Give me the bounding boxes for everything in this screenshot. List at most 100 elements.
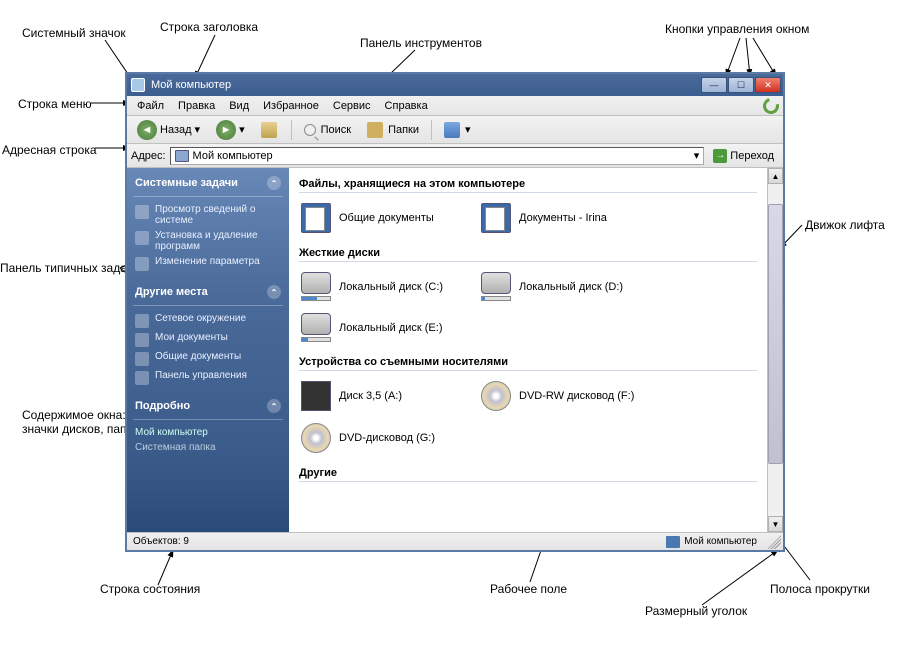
file-item[interactable]: DVD-RW дисковод (F:) <box>479 377 659 415</box>
folder-up-icon <box>261 122 277 138</box>
resize-grip[interactable] <box>767 535 781 549</box>
file-item[interactable]: Документы - Irina <box>479 199 659 237</box>
disk-usage-meter <box>301 296 331 301</box>
sidebar-item[interactable]: Установка и удаление программ <box>133 228 283 254</box>
item-label: Локальный диск (D:) <box>519 281 623 293</box>
control-panel-icon <box>135 371 149 385</box>
disk-icon <box>481 272 511 294</box>
anno-address-row: Адресная строка <box>2 143 97 157</box>
sidebar-item[interactable]: Панель управления <box>133 368 283 387</box>
disk-usage-meter <box>301 337 331 342</box>
sgroup-other-places: Другие места ⌃ Сетевое окружение Мои док… <box>133 283 283 387</box>
collapse-icon[interactable]: ⌃ <box>267 285 281 299</box>
anno-status-row: Строка состояния <box>100 582 200 596</box>
file-item[interactable]: Диск 3,5 (A:) <box>299 377 479 415</box>
folders-label: Папки <box>388 124 419 136</box>
system-icon[interactable] <box>131 78 145 92</box>
item-label: DVD-дисковод (G:) <box>339 432 435 444</box>
programs-icon <box>135 231 149 245</box>
floppy-icon <box>301 381 331 411</box>
folders-button[interactable]: Папки <box>363 120 423 140</box>
address-input[interactable]: Мой компьютер ▾ <box>170 147 705 165</box>
disk-icon <box>301 272 331 294</box>
chevron-down-icon[interactable]: ▾ <box>694 149 700 162</box>
address-value: Мой компьютер <box>193 150 273 162</box>
throbber-icon <box>760 95 782 117</box>
network-icon <box>135 314 149 328</box>
sidebar-item[interactable]: Изменение параметра <box>133 254 283 273</box>
item-label: Локальный диск (E:) <box>339 322 443 334</box>
scroll-up-button[interactable]: ▲ <box>768 168 783 184</box>
addressbar: Адрес: Мой компьютер ▾ → Переход <box>127 144 783 168</box>
dvd-icon <box>481 381 511 411</box>
menubar: Файл Правка Вид Избранное Сервис Справка <box>127 96 783 116</box>
dvd-icon <box>301 423 331 453</box>
anno-work-area: Рабочее поле <box>490 582 567 596</box>
back-label: Назад <box>160 124 192 136</box>
sidebar-header[interactable]: Подробно ⌃ <box>133 397 283 420</box>
sidebar-item[interactable]: Мои документы <box>133 330 283 349</box>
settings-icon <box>135 257 149 271</box>
scroll-track[interactable] <box>768 184 783 516</box>
content-area[interactable]: Файлы, хранящиеся на этом компьютере Общи… <box>289 168 767 532</box>
maximize-button[interactable]: ☐ <box>728 77 754 93</box>
section-header: Файлы, хранящиеся на этом компьютере <box>299 172 757 193</box>
file-item[interactable]: Локальный диск (E:) <box>299 309 479 346</box>
anno-menu-row: Строка меню <box>18 97 92 111</box>
sidebar-header[interactable]: Другие места ⌃ <box>133 283 283 306</box>
folders-icon <box>367 122 383 138</box>
item-label: Документы - Irina <box>519 212 607 224</box>
search-button[interactable]: Поиск <box>300 122 355 138</box>
collapse-icon[interactable]: ⌃ <box>267 399 281 413</box>
close-button[interactable]: ✕ <box>755 77 781 93</box>
sidebar-header[interactable]: Системные задачи ⌃ <box>133 174 283 197</box>
docfolder-icon <box>481 203 511 233</box>
details-line: Системная папка <box>133 440 283 455</box>
forward-button[interactable]: ► ▾ <box>212 118 249 142</box>
explorer-window: Мой компьютер — ☐ ✕ Файл Правка Вид Избр… <box>125 72 785 552</box>
back-button[interactable]: ◄ Назад ▾ <box>133 118 204 142</box>
anno-resize-corner: Размерный уголок <box>645 604 747 618</box>
file-item[interactable]: Общие документы <box>299 199 479 237</box>
titlebar[interactable]: Мой компьютер — ☐ ✕ <box>127 74 783 96</box>
docfolder-icon <box>301 203 331 233</box>
menu-service[interactable]: Сервис <box>327 99 377 113</box>
computer-icon <box>175 150 189 162</box>
sidebar-item[interactable]: Просмотр сведений о системе <box>133 202 283 228</box>
menu-view[interactable]: Вид <box>223 99 255 113</box>
details-line: Мой компьютер <box>133 425 283 440</box>
file-item[interactable]: Локальный диск (D:) <box>479 268 659 305</box>
statusbar: Объектов: 9 Мой компьютер <box>127 532 783 550</box>
minimize-button[interactable]: — <box>701 77 727 93</box>
menu-file[interactable]: Файл <box>131 99 170 113</box>
item-label: Общие документы <box>339 212 434 224</box>
window-title: Мой компьютер <box>151 79 231 91</box>
file-item[interactable]: Локальный диск (C:) <box>299 268 479 305</box>
up-button[interactable] <box>257 120 283 140</box>
search-icon <box>304 124 316 136</box>
menu-help[interactable]: Справка <box>379 99 434 113</box>
menu-favorites[interactable]: Избранное <box>257 99 325 113</box>
go-button[interactable]: → Переход <box>708 148 779 164</box>
menu-edit[interactable]: Правка <box>172 99 221 113</box>
go-icon: → <box>713 149 727 163</box>
file-item[interactable]: DVD-дисковод (G:) <box>299 419 479 457</box>
item-label: Диск 3,5 (A:) <box>339 390 402 402</box>
item-label: DVD-RW дисковод (F:) <box>519 390 634 402</box>
anno-toolbar: Панель инструментов <box>360 36 482 50</box>
window-buttons: — ☐ ✕ <box>701 77 781 93</box>
anno-title-row: Строка заголовка <box>160 20 258 34</box>
item-label: Локальный диск (C:) <box>339 281 443 293</box>
sidebar-item[interactable]: Общие документы <box>133 349 283 368</box>
sidebar-item[interactable]: Сетевое окружение <box>133 311 283 330</box>
go-label: Переход <box>730 150 774 162</box>
disk-icon <box>301 313 331 335</box>
back-icon: ◄ <box>137 120 157 140</box>
documents-icon <box>135 333 149 347</box>
vertical-scrollbar[interactable]: ▲ ▼ <box>767 168 783 532</box>
sidebar-header-label: Системные задачи <box>135 177 238 189</box>
scroll-down-button[interactable]: ▼ <box>768 516 783 532</box>
collapse-icon[interactable]: ⌃ <box>267 176 281 190</box>
views-button[interactable]: ▾ <box>440 120 475 140</box>
scroll-thumb[interactable] <box>768 204 783 464</box>
